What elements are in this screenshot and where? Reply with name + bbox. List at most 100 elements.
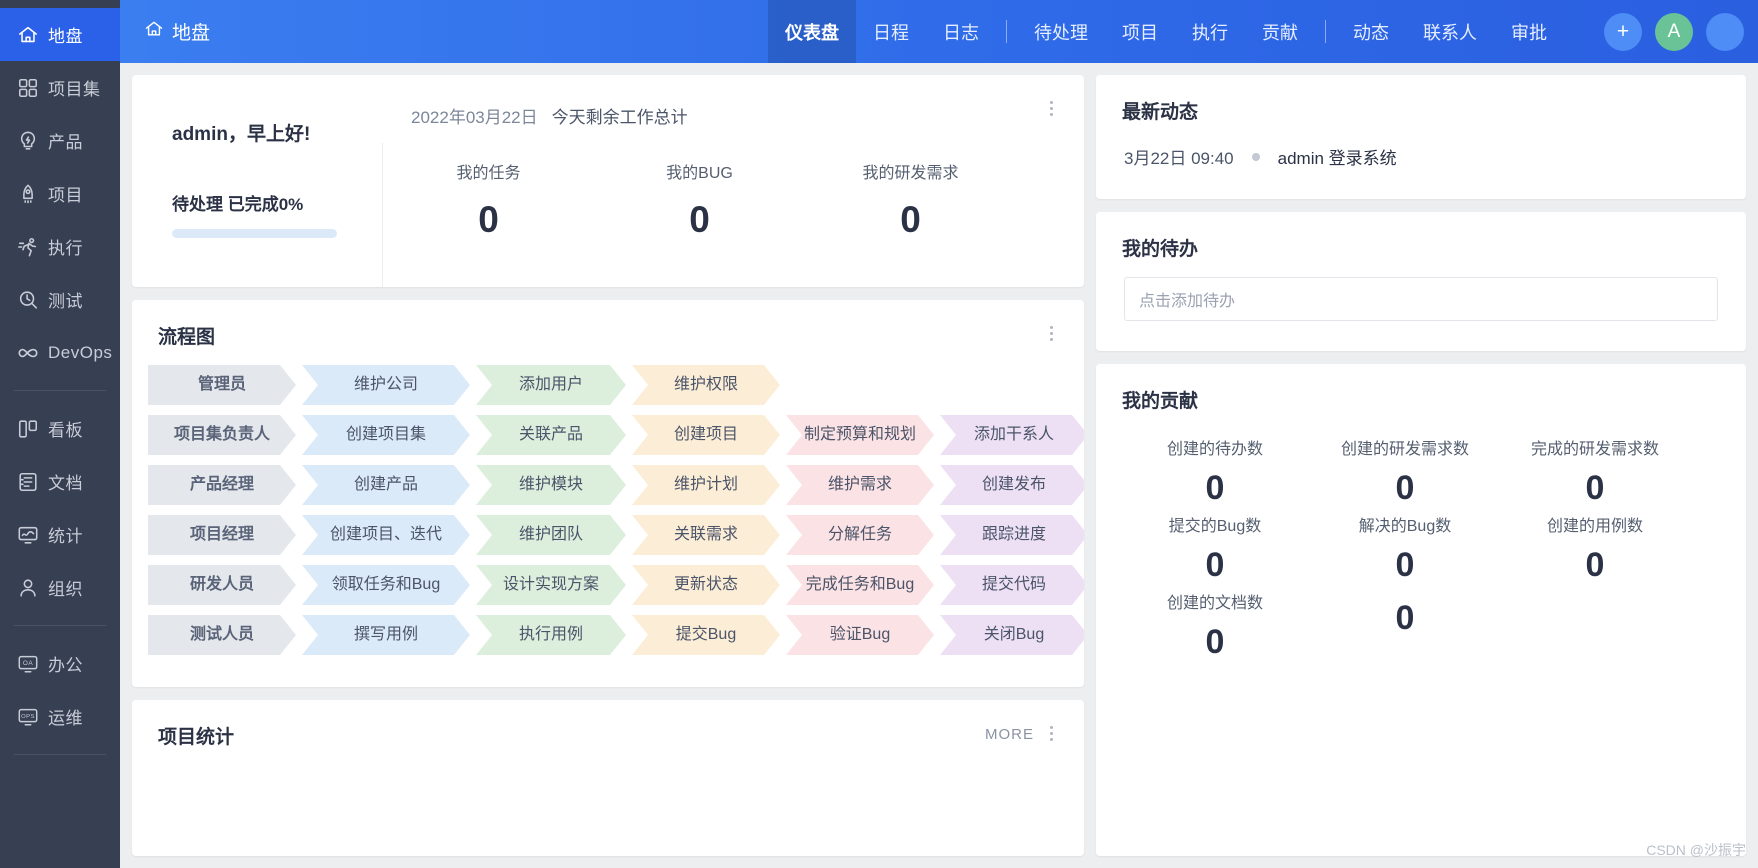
my-contribution-title: 我的贡献 [1122,391,1199,412]
contribution-cell[interactable]: 创建的待办数 0 [1120,435,1310,508]
sidebar-item-label: 组织 [48,580,83,599]
project-stats-more-link[interactable]: MORE [985,726,1034,743]
flow-cell[interactable]: 领取任务和Bug [302,565,470,605]
contribution-value: 0 [1395,469,1415,507]
flow-cell[interactable]: 执行用例 [476,615,626,655]
contribution-grid: 创建的待办数 0 创建的研发需求数 0 完成的研发需求数 0 提交的Bug数 0… [1096,423,1746,666]
contribution-cell[interactable]: 创建的研发需求数 0 [1310,435,1500,508]
my-contribution-card: 我的贡献 创建的待办数 0 创建的研发需求数 0 完成的研发需求数 0 提交的B… [1096,364,1746,856]
sidebar-item-test[interactable]: 测试 [0,273,120,326]
greeting-text: admin，早上好! [172,124,311,145]
flowchart-card-menu-button[interactable] [1042,322,1060,344]
flow-cell[interactable]: 项目集负责人 [148,415,296,455]
flow-cell[interactable]: 设计实现方案 [476,565,626,605]
tab-log[interactable]: 日志 [926,0,996,63]
tab-dynamics[interactable]: 动态 [1336,0,1406,63]
sidebar-item-office[interactable]: OA 办公 [0,637,120,690]
flow-cell[interactable]: 制定预算和规划 [786,415,934,455]
sidebar-item-execution[interactable]: 执行 [0,220,120,273]
tab-pending[interactable]: 待处理 [1017,0,1105,63]
tab-execution[interactable]: 执行 [1175,0,1245,63]
flow-cell[interactable]: 关联需求 [632,515,780,555]
sidebar-item-organization[interactable]: 组织 [0,561,120,614]
flow-cell[interactable]: 提交Bug [632,615,780,655]
grid-icon [17,77,39,99]
flow-cell[interactable]: 分解任务 [786,515,934,555]
tab-contribution[interactable]: 贡献 [1245,0,1315,63]
contribution-label: 创建的用例数 [1546,518,1643,535]
sidebar-item-ops[interactable]: OPS 运维 [0,690,120,743]
stat-my-stories[interactable]: 我的研发需求 0 [805,147,1016,241]
flow-cell[interactable]: 创建产品 [302,465,470,505]
sidebar-item-label: DevOps [48,342,113,362]
flow-cell[interactable]: 创建项目、迭代 [302,515,470,555]
sidebar-item-programs[interactable]: 项目集 [0,61,120,114]
flow-cell[interactable]: 维护计划 [632,465,780,505]
sidebar-item-devops[interactable]: DevOps [0,326,120,379]
avatar[interactable]: A [1655,12,1693,51]
tab-dashboard[interactable]: 仪表盘 [768,0,856,63]
greeting-card-menu-button[interactable] [1042,97,1060,119]
flow-cell[interactable]: 测试人员 [148,615,296,655]
flow-cell[interactable]: 跟踪进度 [940,515,1084,555]
flow-cell[interactable]: 完成任务和Bug [786,565,934,605]
flow-cell[interactable]: 维护团队 [476,515,626,555]
flow-cell[interactable]: 更新状态 [632,565,780,605]
contribution-cell[interactable]: 完成的研发需求数 0 [1500,435,1690,508]
contribution-cell[interactable]: 0 [1310,589,1500,662]
sidebar-item-label: 地盘 [48,27,83,46]
stat-my-tasks[interactable]: 我的任务 0 [383,147,594,241]
flow-cell[interactable]: 创建项目 [632,415,780,455]
flowchart-card: 流程图 管理员 维护公司 添加用户 维护权限 项目集负责人 创建项目集 关联产品… [132,300,1084,687]
flow-cell[interactable]: 维护权限 [632,365,780,405]
tab-project[interactable]: 项目 [1105,0,1175,63]
flow-cell[interactable]: 添加干系人 [940,415,1084,455]
add-todo-input[interactable]: 点击添加待办 [1124,277,1718,321]
flow-cell [940,365,1084,405]
flow-cell[interactable]: 维护公司 [302,365,470,405]
tab-contacts[interactable]: 联系人 [1406,0,1494,63]
contribution-value: 0 [1205,546,1225,584]
tab-approval[interactable]: 审批 [1494,0,1564,63]
project-stats-menu-button[interactable] [1042,722,1060,744]
flow-cell[interactable]: 管理员 [148,365,296,405]
flow-cell[interactable]: 撰写用例 [302,615,470,655]
stat-my-bugs[interactable]: 我的BUG 0 [594,147,805,241]
content-area: admin，早上好! 待处理 已完成0% 2022年03月22日 今天剩余工作总计… [120,63,1758,868]
add-button[interactable]: + [1604,12,1642,51]
contribution-cell[interactable]: 解决的Bug数 0 [1310,512,1500,585]
flow-cell[interactable]: 研发人员 [148,565,296,605]
flow-cell[interactable]: 关闭Bug [940,615,1084,655]
flow-cell[interactable]: 产品经理 [148,465,296,505]
news-time: 3月22日 09:40 [1124,149,1234,168]
contribution-value: 0 [1585,469,1605,507]
flow-cell[interactable]: 创建发布 [940,465,1084,505]
sidebar-item-kanban[interactable]: 看板 [0,402,120,455]
contribution-cell[interactable]: 创建的文档数 0 [1120,589,1310,662]
flow-cell[interactable]: 提交代码 [940,565,1084,605]
flow-cell[interactable]: 维护模块 [476,465,626,505]
flow-cell[interactable]: 添加用户 [476,365,626,405]
tab-schedule[interactable]: 日程 [856,0,926,63]
sidebar-item-product[interactable]: 产品 [0,114,120,167]
contribution-cell[interactable]: 提交的Bug数 0 [1120,512,1310,585]
flow-cell[interactable]: 创建项目集 [302,415,470,455]
topbar-brand[interactable]: 地盘 [120,0,232,63]
flow-cell[interactable]: 维护需求 [786,465,934,505]
contribution-label: 创建的待办数 [1166,441,1263,458]
stat-value: 0 [689,199,710,240]
news-item[interactable]: 3月22日 09:40 admin 登录系统 [1096,134,1746,173]
overflow-button[interactable] [1706,12,1744,51]
contribution-cell[interactable]: 创建的用例数 0 [1500,512,1690,585]
flow-cell[interactable]: 关联产品 [476,415,626,455]
flow-cell[interactable]: 验证Bug [786,615,934,655]
sidebar-item-label: 运维 [48,709,83,728]
flow-cell[interactable]: 项目经理 [148,515,296,555]
sidebar-item-dipan[interactable]: 地盘 [0,8,120,61]
bulb-icon [17,130,39,152]
project-stats-card: MORE 项目统计 [132,700,1084,856]
contribution-cell [1500,589,1690,662]
sidebar-item-project[interactable]: 项目 [0,167,120,220]
sidebar-item-document[interactable]: 文档 [0,455,120,508]
sidebar-item-statistics[interactable]: 统计 [0,508,120,561]
